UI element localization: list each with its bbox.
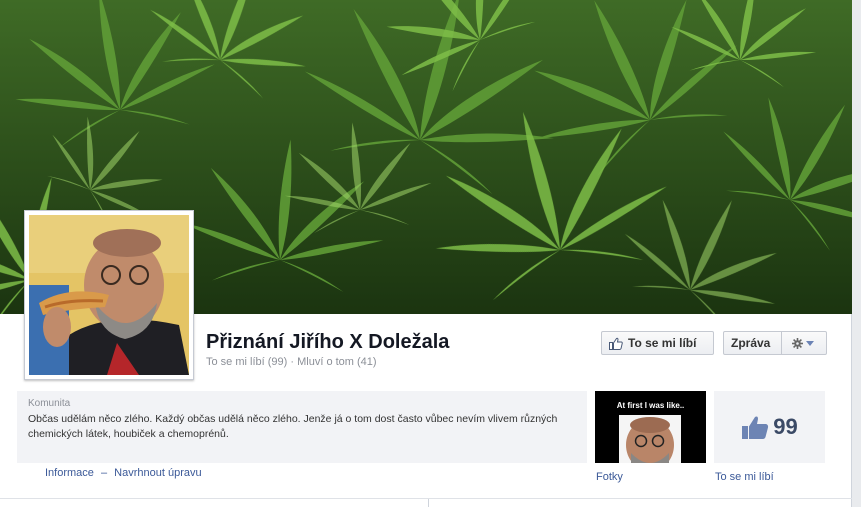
page-stats: To se mi líbí (99) · Mluví o tom (41) [206, 356, 377, 368]
photos-label[interactable]: Fotky [596, 471, 623, 483]
page-category: Komunita [28, 398, 71, 409]
talking-about-text[interactable]: Mluví o tom (41) [297, 356, 376, 368]
suggest-edit-link[interactable]: Navrhnout úpravu [114, 467, 201, 479]
about-box: Komunita Občas udělám něco zlého. Každý … [17, 391, 587, 463]
settings-dropdown[interactable] [787, 337, 819, 349]
likes-count-text[interactable]: To se mi líbí (99) [206, 356, 287, 368]
likes-tile[interactable]: 99 [714, 391, 825, 463]
stats-separator: · [290, 356, 295, 368]
link-separator: – [100, 467, 108, 479]
message-button[interactable]: Zpráva [731, 336, 770, 350]
page-timeline: Přiznání Jiřího X Doležala To se mi líbí… [0, 0, 852, 507]
likes-count: 99 [773, 414, 798, 439]
page-description: Občas udělám něco zlého. Každý občas udě… [28, 413, 558, 440]
like-button-label: To se mi líbí [628, 336, 697, 350]
profile-photo [29, 215, 189, 375]
thumbs-up-icon [742, 416, 769, 439]
page-title: Přiznání Jiřího X Doležala [206, 331, 450, 353]
photo-caption: At first I was like.. [616, 401, 685, 410]
about-links: Informace – Navrhnout úpravu [45, 467, 202, 479]
gear-icon [792, 337, 804, 349]
button-divider [781, 332, 783, 354]
message-button-group: Zpráva [723, 331, 827, 355]
like-button[interactable]: To se mi líbí [601, 331, 714, 355]
divider [0, 498, 852, 499]
thumbs-up-icon [609, 337, 623, 350]
likes-label[interactable]: To se mi líbí [715, 471, 774, 483]
profile-picture[interactable] [24, 210, 194, 380]
info-link[interactable]: Informace [45, 467, 94, 479]
caret-down-icon [806, 340, 815, 346]
photos-tile[interactable]: At first I was like.. [595, 391, 706, 463]
photo-thumbnail [619, 415, 681, 463]
timeline-spine [428, 499, 429, 507]
